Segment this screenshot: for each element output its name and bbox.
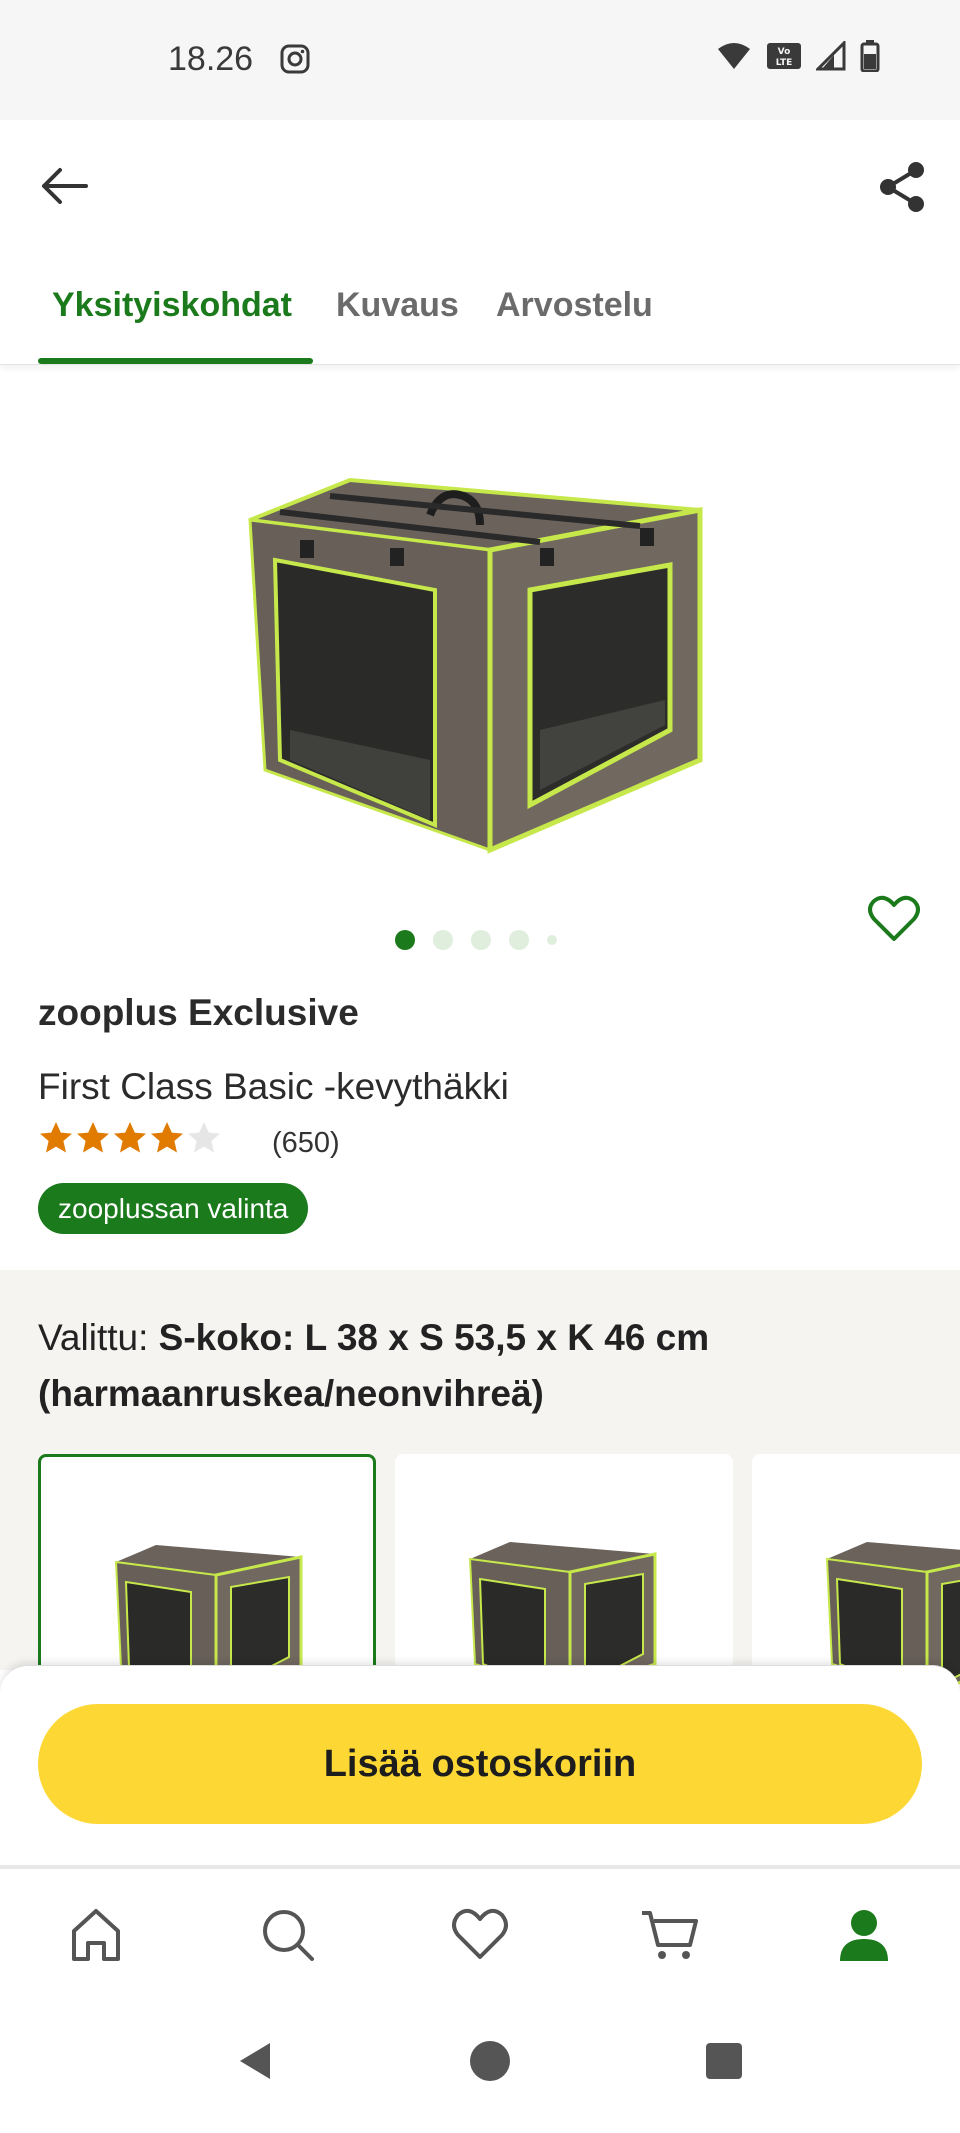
- product-title: First Class Basic -kevythäkki: [38, 1066, 509, 1107]
- system-recents-icon[interactable]: [700, 2037, 748, 2085]
- share-icon[interactable]: [876, 160, 930, 214]
- gallery-dot[interactable]: [433, 930, 453, 950]
- product-image[interactable]: [240, 430, 720, 890]
- variant-card[interactable]: [395, 1454, 733, 1694]
- heart-icon[interactable]: [450, 1905, 510, 1965]
- svg-text:Vo: Vo: [778, 47, 791, 57]
- system-home-icon[interactable]: [466, 2037, 514, 2085]
- search-icon[interactable]: [258, 1905, 318, 1965]
- star-filled-icon: [114, 1122, 146, 1153]
- selected-variant-text: Valittu: S-koko: L 38 x S 53,5 x K 46 cm…: [38, 1310, 918, 1422]
- cart-icon[interactable]: [640, 1905, 700, 1965]
- status-bar: 18.26 Vo LTE: [0, 0, 960, 120]
- active-tab-indicator: [38, 358, 313, 364]
- instagram-notification-icon: [280, 44, 310, 74]
- status-time: 18.26: [168, 40, 254, 78]
- system-navigation-bar: [0, 1985, 960, 2133]
- gallery-pagination: [395, 930, 557, 950]
- tab-description[interactable]: Kuvaus: [336, 286, 459, 325]
- volte-icon: VoLTE: [767, 43, 801, 69]
- top-app-bar: [0, 120, 960, 250]
- gallery-dot[interactable]: [471, 930, 491, 950]
- svg-text:LTE: LTE: [776, 58, 793, 68]
- review-count[interactable]: (650): [272, 1127, 340, 1160]
- signal-icon: [816, 41, 846, 71]
- star-filled-icon: [151, 1122, 183, 1153]
- tab-details[interactable]: Yksityiskohdat: [52, 286, 292, 325]
- variant-card[interactable]: [752, 1454, 960, 1694]
- profile-icon[interactable]: [834, 1905, 894, 1965]
- bottom-navigation: [0, 1865, 960, 1985]
- star-rating[interactable]: [38, 1120, 223, 1156]
- product-tabs: Yksityiskohdat Kuvaus Arvostelu: [0, 250, 960, 365]
- back-arrow-icon[interactable]: [36, 162, 92, 210]
- gallery-dot[interactable]: [509, 930, 529, 950]
- star-filled-icon: [77, 1122, 109, 1153]
- product-brand[interactable]: zooplus Exclusive: [38, 992, 359, 1034]
- wifi-icon: [718, 43, 750, 69]
- add-to-cart-button[interactable]: Lisää ostoskoriin: [38, 1704, 922, 1824]
- choice-badge: zooplussan valinta: [38, 1183, 309, 1234]
- home-icon[interactable]: [66, 1905, 126, 1965]
- gallery-dot[interactable]: [547, 935, 557, 945]
- system-back-icon[interactable]: [232, 2037, 280, 2085]
- star-empty-icon: [188, 1122, 220, 1153]
- gallery-dot[interactable]: [395, 930, 415, 950]
- battery-icon: [860, 40, 880, 72]
- variant-selector: Valittu: S-koko: L 38 x S 53,5 x K 46 cm…: [0, 1270, 960, 1694]
- product-gallery[interactable]: [0, 365, 960, 965]
- add-to-cart-sheet: Lisää ostoskoriin: [0, 1665, 960, 1865]
- star-filled-icon: [40, 1122, 72, 1153]
- selected-label: Valittu:: [38, 1317, 149, 1358]
- favorite-heart-icon[interactable]: [868, 895, 920, 943]
- tab-reviews[interactable]: Arvostelu: [496, 286, 653, 325]
- variant-card[interactable]: [38, 1454, 376, 1694]
